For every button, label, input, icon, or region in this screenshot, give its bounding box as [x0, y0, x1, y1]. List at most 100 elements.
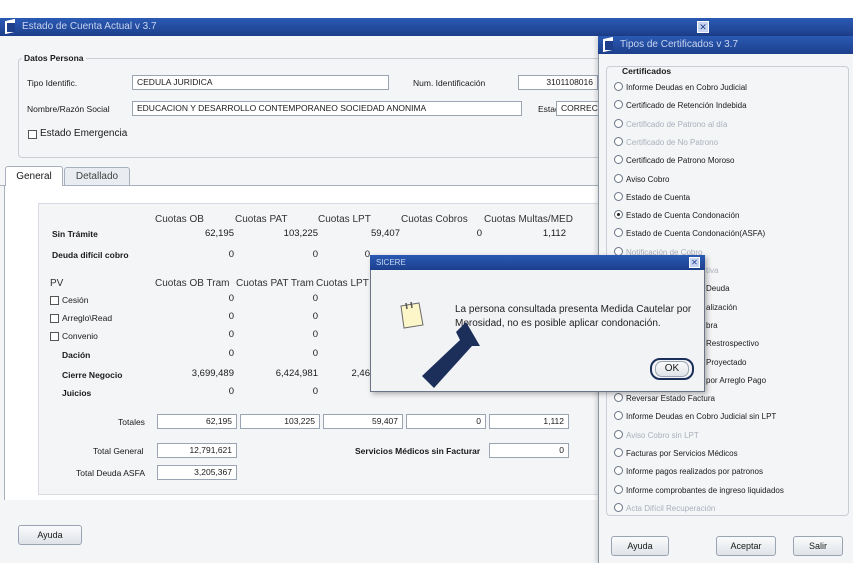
header-cuotas-ob: Cuotas OB: [155, 214, 204, 225]
cert-option[interactable]: Aviso Cobro sin LPT: [614, 429, 699, 443]
certificados-group-label: Certificados: [622, 66, 672, 76]
cert-option[interactable]: Restrospectivo: [706, 337, 759, 351]
total-general-field: 12,791,621: [157, 443, 237, 458]
cert-option[interactable]: Estado de Cuenta Condonación: [614, 209, 739, 223]
radio-button-icon[interactable]: [614, 191, 623, 201]
radio-button-icon[interactable]: [614, 228, 623, 238]
nombre-field[interactable]: EDUCACION Y DESARROLLO CONTEMPORANEO SOC…: [132, 101, 522, 116]
cert-ayuda-button[interactable]: Ayuda: [611, 536, 669, 556]
convenio-checkbox[interactable]: [50, 332, 59, 341]
header-cuotas-pat-tram: Cuotas PAT Tram: [236, 278, 314, 289]
radio-button-icon[interactable]: [614, 484, 623, 494]
radio-button-icon[interactable]: [614, 502, 623, 512]
cert-option[interactable]: Facturas por Servicios Médicos: [614, 447, 738, 461]
radio-button-icon[interactable]: [614, 155, 623, 165]
radio-button-icon[interactable]: [614, 429, 623, 439]
salir-button[interactable]: Salir: [793, 536, 843, 556]
cert-option[interactable]: Certificado de Retención Indebida: [614, 99, 747, 113]
cert-window-titlebar[interactable]: Tipos de Certificados v 3.7: [598, 36, 853, 54]
cert-option[interactable]: por Arreglo Pago: [706, 374, 766, 388]
header-cuotas-cobros: Cuotas Cobros: [401, 214, 468, 225]
radio-button-icon[interactable]: [614, 100, 623, 110]
cert-option-label: Informe pagos realizados por patronos: [626, 467, 763, 477]
ok-button[interactable]: OK: [655, 361, 689, 377]
header-cuotas-lpt: Cuotas LPT: [318, 214, 371, 225]
cert-option[interactable]: Informe Deudas en Cobro Judicial: [614, 81, 747, 95]
nombre-label: Nombre/Razón Social: [27, 104, 110, 114]
cert-option-label: Certificado de No Patrono: [626, 137, 719, 147]
radio-button-icon[interactable]: [614, 82, 623, 91]
cert-option-label: Certificado de Patrono al día: [626, 119, 728, 129]
aceptar-button[interactable]: Aceptar: [716, 536, 776, 556]
cert-option[interactable]: Estado de Cuenta Condonación(ASFA): [614, 227, 765, 241]
radio-button-icon[interactable]: [614, 466, 623, 476]
alert-close-icon[interactable]: ✕: [689, 257, 700, 268]
radio-button-icon[interactable]: [614, 118, 623, 128]
cert-option-label: Proyectado: [706, 357, 747, 367]
dacion-pat: 0: [312, 348, 318, 359]
cert-option-label: Certificado de Patrono Moroso: [626, 156, 735, 166]
cert-option[interactable]: Informe Deudas en Cobro Judicial sin LPT: [614, 410, 776, 424]
cert-option[interactable]: Reversar Estado Factura: [614, 392, 715, 406]
main-window-titlebar[interactable]: Estado de Cuenta Actual v 3.7 ✕: [0, 18, 853, 36]
cert-option[interactable]: tiva: [706, 264, 718, 278]
total-asfa-field: 3,205,367: [157, 465, 237, 480]
tipo-identific-field[interactable]: CEDULA JURIDICA: [132, 75, 389, 90]
cert-option[interactable]: Informe comprobantes de ingreso liquidad…: [614, 484, 784, 498]
cert-option-label: bra: [706, 320, 718, 330]
row-label-arreglo: Arreglo\Read: [62, 313, 113, 323]
estado-emergencia-checkbox[interactable]: [28, 130, 37, 139]
pv-label: PV: [50, 278, 64, 289]
cert-option[interactable]: Certificado de Patrono al día: [614, 118, 727, 132]
cierre-negocio-pat: 6,424,981: [275, 368, 318, 379]
cert-option-label: Aviso Cobro: [626, 174, 670, 184]
cert-option-label: Facturas por Servicios Médicos: [626, 449, 738, 458]
radio-button-icon[interactable]: [614, 411, 623, 421]
sin-tramite-ob: 62,195: [204, 228, 234, 239]
total-general-label: Total General: [93, 446, 144, 456]
num-identificacion-field[interactable]: 3101108016: [518, 75, 598, 90]
cert-option[interactable]: Certificado de Patrono Moroso: [614, 154, 735, 168]
cert-window-title: Tipos de Certificados v 3.7: [620, 39, 739, 50]
tipo-identific-label: Tipo Identific.: [27, 78, 78, 88]
cert-option[interactable]: Estado de Cuenta: [614, 191, 690, 205]
radio-button-icon[interactable]: [614, 173, 623, 183]
tab-general[interactable]: General: [5, 166, 63, 186]
cert-option[interactable]: Proyectado: [706, 356, 746, 370]
cert-option-label: tiva: [706, 266, 719, 275]
radio-button-icon[interactable]: [614, 393, 623, 403]
sin-tramite-multas: 1,112: [542, 228, 566, 239]
juicios-ob: 0: [228, 386, 234, 397]
alert-titlebar[interactable]: SICERE ✕: [370, 255, 705, 270]
ayuda-button[interactable]: Ayuda: [18, 525, 82, 545]
header-cuotas-multas: Cuotas Multas/MED: [484, 214, 573, 225]
juicios-pat: 0: [312, 386, 318, 397]
radio-button-icon[interactable]: [614, 448, 623, 457]
cert-option[interactable]: bra: [706, 319, 718, 333]
radio-button-icon[interactable]: [614, 210, 623, 220]
close-icon[interactable]: ✕: [697, 21, 709, 33]
cierre-negocio-ob: 3,699,489: [191, 368, 234, 379]
deuda-dificil-pat: 0: [312, 249, 318, 260]
cert-option[interactable]: Aviso Cobro: [614, 173, 669, 187]
cesion-checkbox[interactable]: [50, 296, 59, 305]
estado-field[interactable]: CORRECT: [556, 101, 600, 116]
datos-persona-label: Datos Persona: [22, 53, 86, 63]
cert-option[interactable]: Acta Difícil Recuperación: [614, 502, 715, 516]
row-label-cierre-negocio: Cierre Negocio: [62, 370, 123, 380]
arreglo-pat: 0: [312, 311, 318, 322]
cert-option-label: Aviso Cobro sin LPT: [626, 430, 699, 440]
cert-option-label: alización: [706, 302, 738, 312]
cert-option[interactable]: Informe pagos realizados por patronos: [614, 465, 763, 479]
cert-option[interactable]: alización: [706, 301, 737, 315]
cert-option[interactable]: Certificado de No Patrono: [614, 136, 718, 150]
arreglo-checkbox[interactable]: [50, 314, 59, 323]
totales-pat-field: 103,225: [240, 414, 320, 429]
servicios-medicos-label: Servicios Médicos sin Facturar: [355, 446, 481, 456]
arreglo-ob: 0: [228, 311, 234, 322]
row-label-juicios: Juicios: [62, 388, 92, 398]
radio-button-icon[interactable]: [614, 136, 623, 146]
tab-detallado[interactable]: Detallado: [64, 167, 130, 185]
cert-option[interactable]: Deuda: [706, 282, 730, 296]
row-label-sin-tramite: Sin Trámite: [52, 229, 98, 239]
